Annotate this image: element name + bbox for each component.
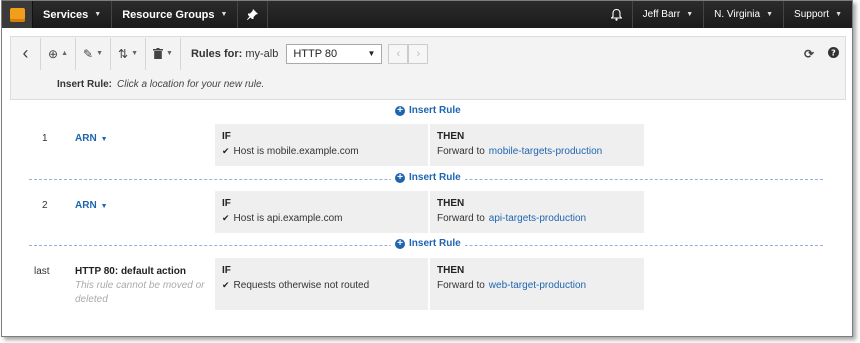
next-page-icon[interactable]: › (408, 43, 429, 64)
chevron-down-icon: ▼ (220, 11, 228, 18)
rule-number: last (34, 266, 50, 277)
chevron-down-icon: ▼ (835, 11, 842, 18)
if-header: IF (222, 198, 231, 209)
check-icon: ✔ (222, 213, 230, 223)
region-menu[interactable]: N. Virginia ▼ (703, 1, 783, 28)
then-header: THEN (437, 265, 465, 276)
add-rule-button[interactable]: ⊕ ▲ (41, 37, 76, 70)
insert-rule-link[interactable]: + Insert Rule (391, 172, 465, 183)
check-icon: ✔ (222, 146, 230, 156)
pin-icon[interactable] (238, 1, 269, 28)
rule-condition-cell: IF ✔ Host is mobile.example.com (215, 124, 428, 166)
chevron-down-icon: ▼ (686, 11, 694, 18)
check-icon: ✔ (222, 280, 230, 290)
then-header: THEN (437, 131, 465, 142)
rule-action: Forward to (437, 146, 485, 157)
target-group-link[interactable]: web-target-production (489, 280, 586, 291)
rule-action: Forward to (437, 213, 485, 224)
if-header: IF (222, 265, 231, 276)
chevron-down-icon: ▼ (94, 11, 102, 18)
rule-condition: Host is mobile.example.com (233, 146, 359, 157)
reorder-arrows-icon: ⇅ (118, 46, 129, 61)
user-menu[interactable]: Jeff Barr ▼ (631, 1, 704, 28)
default-rule-title: HTTP 80: default action (75, 266, 186, 277)
services-menu[interactable]: Services ▼ (33, 1, 113, 28)
rule-number: 2 (42, 200, 48, 211)
reorder-rules-button[interactable]: ⇅ ▼ (111, 37, 146, 70)
aws-logo[interactable] (2, 1, 33, 28)
rule-action-cell: THEN Forward to web-target-production (430, 258, 644, 310)
then-header: THEN (437, 198, 465, 209)
plus-circle-icon: ⊕ (48, 46, 59, 61)
trash-icon (153, 48, 163, 59)
rules-for-label: Rules for: my-alb (191, 48, 278, 60)
resource-groups-label: Resource Groups (122, 8, 215, 21)
back-arrow-icon[interactable]: ‹ (11, 37, 41, 70)
insert-rule-label: Insert Rule (409, 105, 461, 116)
rule-arn-label: ARN (75, 133, 97, 144)
chevron-down-icon: ▼ (766, 11, 774, 18)
insert-rule-label: Insert Rule (409, 172, 461, 183)
refresh-icon[interactable]: ⟳ (797, 47, 821, 61)
target-group-link[interactable]: api-targets-production (489, 213, 586, 224)
plus-circle-icon: + (395, 105, 405, 116)
insert-rule-link[interactable]: + Insert Rule (391, 238, 465, 249)
support-menu[interactable]: Support ▼ (783, 1, 852, 28)
rule-condition-cell: IF ✔ Requests otherwise not routed (215, 258, 428, 310)
default-rule-note: This rule cannot be moved or deleted (75, 280, 205, 305)
pager: ‹ › (388, 43, 429, 64)
rule-arn-label: ARN (75, 200, 97, 211)
rule-condition: Requests otherwise not routed (233, 280, 370, 291)
prev-page-icon[interactable]: ‹ (388, 43, 409, 64)
chevron-up-icon: ▲ (61, 50, 68, 57)
chevron-down-icon: ▼ (100, 136, 108, 143)
rules-toolbar: ‹ ⊕ ▲ ✎ ▼ ⇅ ▼ ▼ Rules for: my-alb HTTP 80 ▼… (10, 36, 846, 70)
chevron-down-icon: ▼ (100, 203, 108, 210)
insert-rule-label: Insert Rule (409, 238, 461, 249)
services-label: Services (43, 8, 89, 21)
svg-text:?: ? (831, 48, 836, 57)
rule-action-cell: THEN Forward to mobile-targets-production (430, 124, 644, 166)
rules-for-caption: Rules for: (190, 47, 243, 60)
chevron-down-icon: ▼ (96, 50, 103, 57)
rule-condition: Host is api.example.com (233, 213, 343, 224)
insert-rule-banner: Insert Rule: Click a location for your n… (10, 70, 846, 100)
rule-arn-toggle[interactable]: ARN ▼ (75, 200, 108, 211)
pencil-icon: ✎ (83, 46, 94, 61)
plus-circle-icon: + (395, 172, 405, 183)
rule-number: 1 (42, 133, 48, 144)
insert-rule-banner-hint: Click a location for your new rule. (117, 79, 265, 90)
chevron-down-icon: ▼ (166, 50, 173, 57)
rule-action: Forward to (437, 280, 485, 291)
rule-arn-toggle[interactable]: ARN ▼ (75, 133, 108, 144)
dropdown-triangle-icon: ▼ (367, 49, 376, 58)
insert-rule-link[interactable]: + Insert Rule (391, 105, 465, 116)
rule-condition-cell: IF ✔ Host is api.example.com (215, 191, 428, 233)
edit-rule-button[interactable]: ✎ ▼ (76, 37, 111, 70)
support-label: Support (794, 9, 830, 20)
cube-icon (9, 7, 25, 22)
if-header: IF (222, 131, 231, 142)
window-frame: Services ▼ Resource Groups ▼ Jeff Barr ▼… (1, 0, 853, 337)
chevron-down-icon: ▼ (131, 50, 138, 57)
rule-action-cell: THEN Forward to api-targets-production (430, 191, 644, 233)
bell-icon[interactable] (602, 1, 632, 28)
plus-circle-icon: + (395, 238, 405, 249)
help-icon[interactable]: ? (821, 46, 845, 61)
listener-selected-value: HTTP 80 (293, 47, 338, 60)
insert-rule-banner-label: Insert Rule: (57, 79, 113, 90)
top-nav: Services ▼ Resource Groups ▼ Jeff Barr ▼… (2, 1, 852, 28)
resource-groups-menu[interactable]: Resource Groups ▼ (112, 1, 239, 28)
load-balancer-name: my-alb (245, 47, 279, 60)
region-name: N. Virginia (714, 9, 761, 20)
target-group-link[interactable]: mobile-targets-production (489, 146, 602, 157)
delete-rule-button[interactable]: ▼ (146, 37, 181, 70)
user-name: Jeff Barr (642, 9, 681, 20)
listener-select[interactable]: HTTP 80 ▼ (286, 43, 383, 64)
